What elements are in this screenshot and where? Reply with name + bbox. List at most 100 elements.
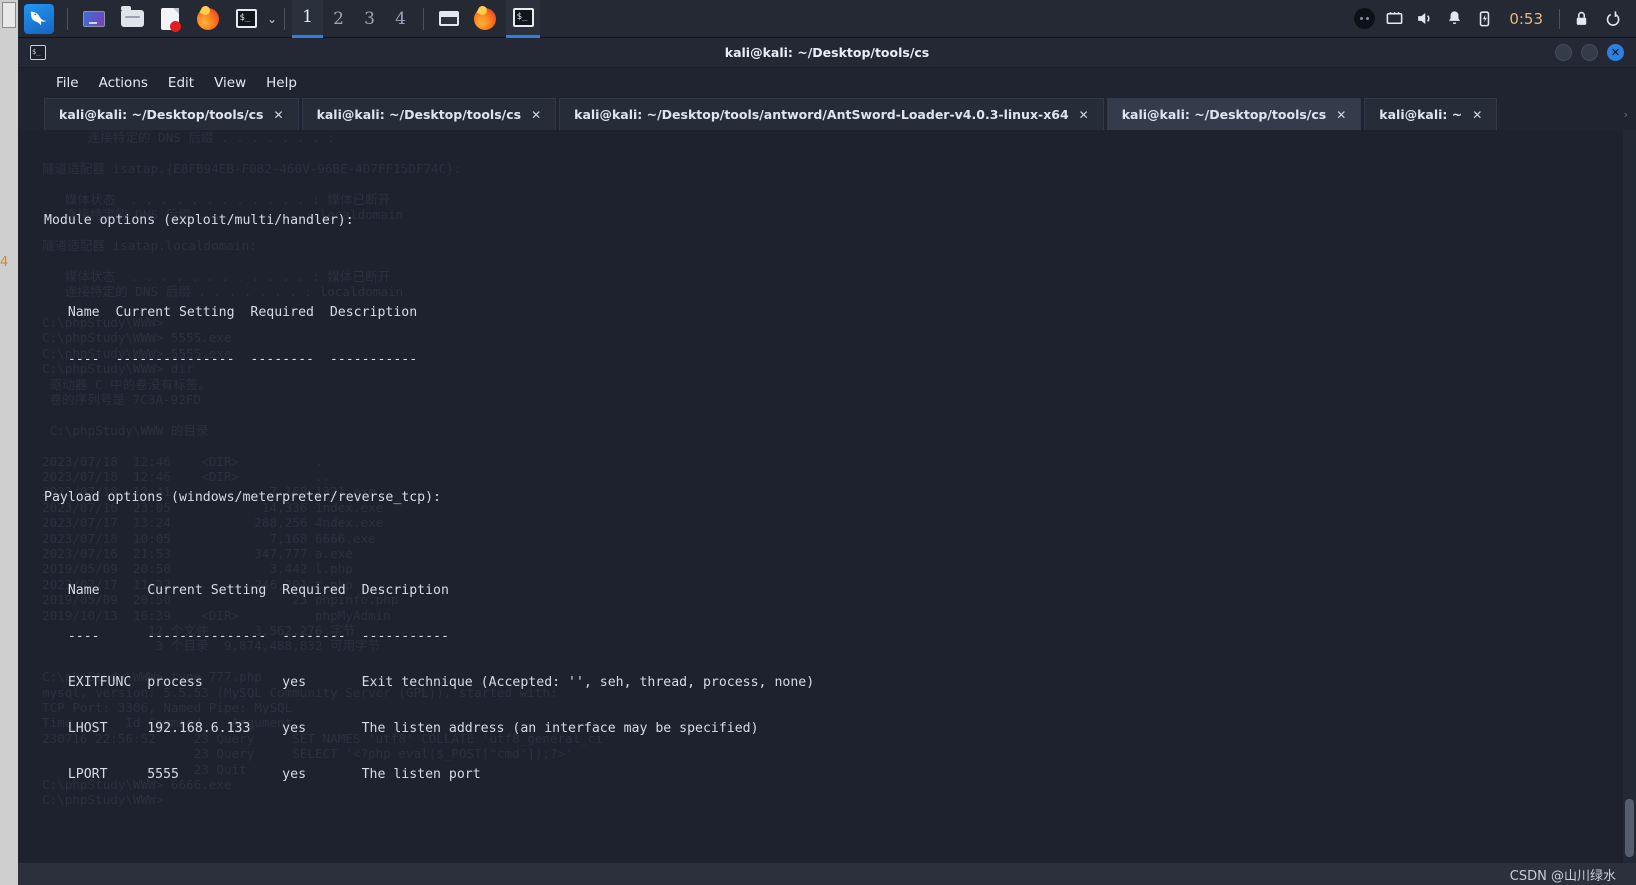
window-controls: ✕ [1555,44,1636,61]
terminal-line: EXITFUNC process yes Exit technique (Acc… [44,675,815,691]
tab-label: kali@kali: ~ [1379,107,1463,122]
notification-icon[interactable] [1439,0,1469,38]
tab-label: kali@kali: ~/Desktop/tools/cs [1121,107,1327,122]
firefox-launcher-icon[interactable] [192,4,224,34]
tray-divider [1559,8,1560,29]
close-button[interactable]: ✕ [1607,44,1624,61]
terminal-window: $_ kali@kali: ~/Desktop/tools/cs ✕ File … [18,38,1636,885]
workspace-button-4[interactable]: 4 [385,0,416,38]
tab-close-icon[interactable]: ✕ [1336,108,1346,122]
desktop-left-strip [0,0,18,885]
terminal-line: LPORT 5555 yes The listen port [44,767,481,783]
file-manager-icon[interactable] [116,4,148,34]
menu-view[interactable]: View [206,72,254,94]
menu-edit[interactable]: Edit [160,72,202,94]
tab-close-icon[interactable]: ✕ [531,108,541,122]
terminal-tabbar: kali@kali: ~/Desktop/tools/cs ✕ kali@kal… [18,98,1636,130]
terminal-line: Payload options (windows/meterpreter/rev… [44,490,441,506]
tab-close-icon[interactable]: ✕ [1079,108,1089,122]
terminal-line: ---- --------------- -------- ----------… [44,628,449,644]
tab-label: kali@kali: ~/Desktop/tools/antword/AntSw… [574,107,1069,122]
firefox-icon [197,7,219,30]
volume-glyph [1417,12,1430,25]
terminal-body[interactable]: 连接特定的 DNS 后缀 . . . . . . . : 隧道适配器 isata… [18,130,1636,863]
panel-launchers: $_ ⌄ 1 2 3 4 $_ [18,0,543,38]
terminal-line: Name Current Setting Required Descriptio… [44,582,449,598]
taskbar-item-firefox[interactable] [470,4,500,34]
tab-close-icon[interactable]: ✕ [274,108,284,122]
menu-help[interactable]: Help [258,72,305,94]
firefox-icon [474,7,497,30]
clock[interactable]: 0:53 [1499,10,1553,28]
tab-2[interactable]: kali@kali: ~/Desktop/tools/antword/AntSw… [559,98,1104,130]
desktop-root: 4 $_ ⌄ 1 2 3 4 $_ 0:53 $_ kali@kali: ~/D… [0,0,1636,885]
lock-glyph [1576,11,1586,25]
tab-4[interactable]: kali@kali: ~ ✕ [1364,98,1498,130]
volume-icon[interactable] [1409,0,1439,38]
kali-dragon-logo[interactable] [24,3,54,34]
document-icon [161,7,181,32]
panel-divider [67,7,68,30]
scrollbar-thumb[interactable] [1625,799,1634,857]
panel-divider-2 [284,7,286,30]
text-editor-icon[interactable] [154,4,186,34]
menubar: File Actions Edit View Help [18,68,1636,98]
terminal-line: Name Current Setting Required Descriptio… [44,305,418,321]
show-desktop-icon[interactable] [78,4,110,34]
power-icon[interactable] [1596,0,1626,38]
maximize-button[interactable] [1581,44,1598,61]
taskbar-item-window[interactable] [434,4,464,34]
terminal-launcher-icon[interactable]: $_ [230,4,262,34]
network-icon[interactable] [1379,0,1409,38]
tab-3[interactable]: kali@kali: ~/Desktop/tools/cs ✕ [1106,98,1362,130]
power-glyph [1606,11,1619,26]
panel-divider-3 [423,7,425,30]
window-title: kali@kali: ~/Desktop/tools/cs [724,45,930,60]
panel-tray: 0:53 [1349,0,1636,37]
chevron-down-icon[interactable]: ⌄ [267,12,277,26]
folder-icon [120,6,144,27]
terminal-icon: $_ [512,7,534,27]
window-titlebar[interactable]: $_ kali@kali: ~/Desktop/tools/cs ✕ [18,38,1636,68]
statusbar: CSDN @山川绿水 [18,863,1636,885]
tab-scroll-right-icon[interactable]: › [1624,98,1636,130]
kali-dragon-glyph [30,11,47,25]
workspace-button-2[interactable]: 2 [323,0,354,38]
terminal-scrollbar[interactable] [1623,130,1636,863]
terminal-icon: $_ [235,9,257,28]
tab-1[interactable]: kali@kali: ~/Desktop/tools/cs ✕ [301,98,557,130]
tray-dots-glyph [1353,8,1375,29]
battery-icon[interactable] [1469,0,1499,38]
desktop-left-number: 4 [0,255,9,270]
workspace-button-3[interactable]: 3 [354,0,385,38]
desktop-icon-placeholder [2,2,16,28]
menu-actions[interactable]: Actions [91,72,156,94]
terminal-line: LHOST 192.168.6.133 yes The listen addre… [44,721,759,737]
network-glyph [1386,12,1403,25]
taskbar-item-terminal[interactable]: $_ [506,0,541,38]
monitor-icon [83,10,105,27]
tab-0[interactable]: kali@kali: ~/Desktop/tools/cs ✕ [44,98,299,130]
watermark: CSDN @山川绿水 [1509,868,1616,884]
tab-label: kali@kali: ~/Desktop/tools/cs [316,107,522,122]
battery-glyph [1479,11,1490,27]
tab-label: kali@kali: ~/Desktop/tools/cs [59,107,264,122]
terminal-line: Module options (exploit/multi/handler): [44,213,354,229]
terminal-screen: Module options (exploit/multi/handler): … [18,130,1636,863]
bell-glyph [1448,11,1460,25]
lock-icon[interactable] [1566,0,1596,38]
menu-file[interactable]: File [48,72,87,94]
tray-menu-icon[interactable] [1349,0,1379,38]
terminal-line: ---- --------------- -------- ----------… [44,351,418,367]
tab-close-icon[interactable]: ✕ [1472,108,1482,122]
desktop-panel: $_ ⌄ 1 2 3 4 $_ 0:53 [18,0,1636,38]
minimize-button[interactable] [1555,44,1572,61]
workspace-button-1[interactable]: 1 [292,0,324,38]
